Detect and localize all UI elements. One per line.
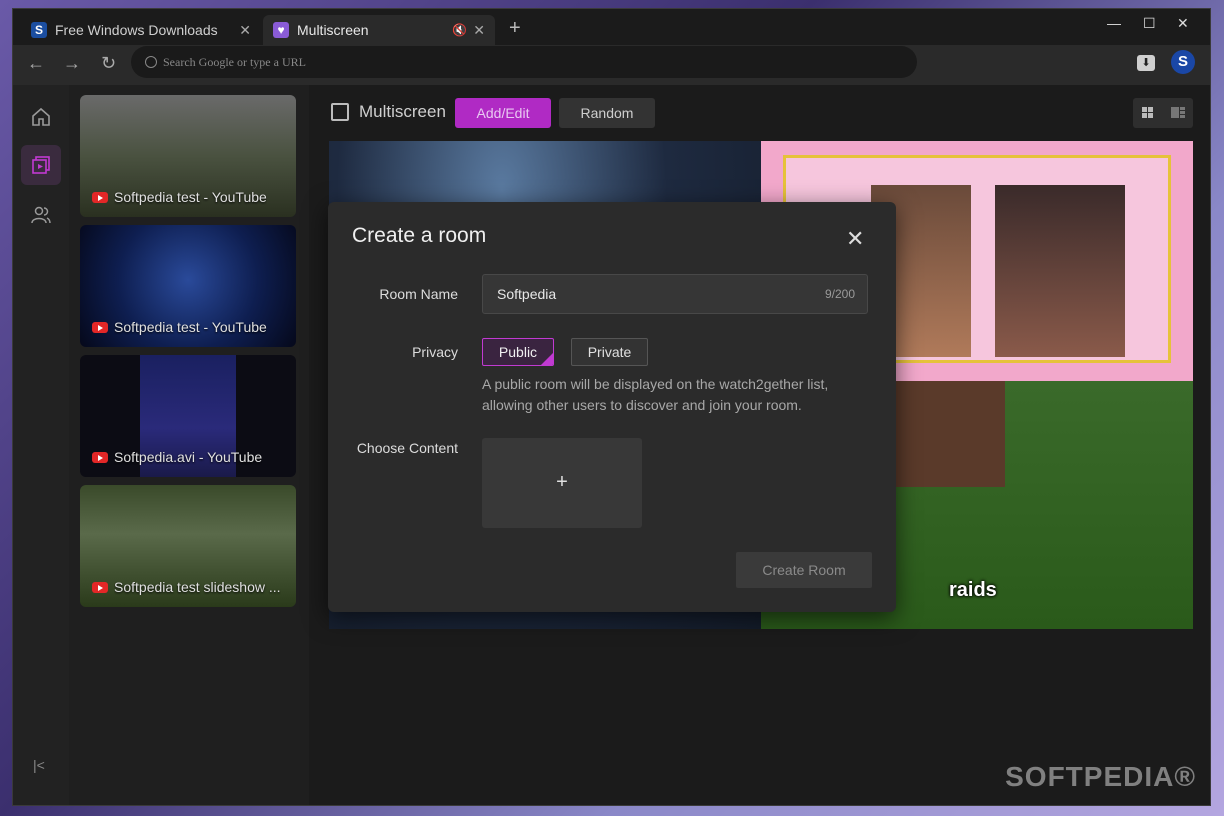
close-tab-icon[interactable]: ✕ <box>239 22 251 39</box>
address-placeholder: Search Google or type a URL <box>163 54 306 69</box>
close-tab-icon[interactable]: ✕ <box>473 22 485 39</box>
watermark: SOFTPEDIA® <box>1005 761 1196 792</box>
playlist-panel: Softpedia test - YouTube Softpedia test … <box>69 85 309 805</box>
youtube-icon <box>92 451 108 463</box>
room-name-label: Room Name <box>379 286 458 302</box>
random-button[interactable]: Random <box>559 98 655 128</box>
navigation-bar: ← → ↻ Search Google or type a URL ⬇ S <box>13 45 1210 85</box>
page-title: Multiscreen <box>359 102 446 121</box>
close-icon[interactable]: ✕ <box>846 226 864 252</box>
privacy-label: Privacy <box>412 344 458 360</box>
public-option-label: Public <box>498 344 538 360</box>
mute-icon[interactable]: 🔇 <box>452 23 467 37</box>
room-name-field[interactable]: Softpedia 9/200 <box>482 274 868 314</box>
tab-title: Multiscreen <box>297 22 369 38</box>
forward-icon[interactable]: → <box>63 53 81 74</box>
new-tab-icon[interactable]: + <box>509 17 521 40</box>
download-icon[interactable]: ⬇ <box>1137 55 1155 71</box>
search-icon <box>145 56 157 68</box>
create-room-dialog: Create a room ✕ Room Name Softpedia 9/20… <box>328 202 896 612</box>
multiscreen-nav-icon[interactable] <box>21 145 61 185</box>
playlist-item[interactable]: Softpedia test slideshow ... <box>80 485 296 607</box>
private-option-button[interactable]: Private <box>571 338 648 366</box>
tab-bar: S Free Windows Downloads ✕ ♥ Multiscreen… <box>13 9 1210 45</box>
users-icon[interactable] <box>21 195 61 235</box>
avatar[interactable]: S <box>1171 50 1195 74</box>
character-counter: 9/200 <box>824 287 855 301</box>
collapse-sidebar-icon[interactable]: |< <box>33 757 45 773</box>
minimize-icon[interactable]: — <box>1107 15 1121 31</box>
tab-free-windows-downloads[interactable]: S Free Windows Downloads ✕ <box>21 15 261 45</box>
playlist-item[interactable]: Softpedia test - YouTube <box>80 225 296 347</box>
playlist-item[interactable]: Softpedia.avi - YouTube <box>80 355 296 477</box>
choose-content-label: Choose Content <box>356 440 458 456</box>
grid-view-icon <box>1142 107 1153 118</box>
list-view-icon <box>1171 107 1185 118</box>
tab-title: Free Windows Downloads <box>55 22 218 38</box>
youtube-icon <box>92 581 108 593</box>
reload-icon[interactable]: ↻ <box>101 53 116 74</box>
back-icon[interactable]: ← <box>27 53 45 74</box>
youtube-icon <box>92 321 108 333</box>
selected-check-icon <box>541 353 553 365</box>
playlist-item-title: Softpedia test - YouTube <box>114 319 267 335</box>
create-room-button[interactable]: Create Room <box>736 552 872 588</box>
home-icon[interactable] <box>21 97 61 137</box>
multiscreen-favicon-icon: ♥ <box>273 22 289 38</box>
youtube-icon <box>92 191 108 203</box>
multiscreen-icon <box>331 103 349 121</box>
playlist-item[interactable]: Softpedia test - YouTube <box>80 95 296 217</box>
maximize-icon[interactable]: ☐ <box>1143 15 1156 32</box>
tab-multiscreen[interactable]: ♥ Multiscreen 🔇 ✕ <box>263 15 495 45</box>
dialog-title: Create a room <box>352 224 487 247</box>
room-name-value: Softpedia <box>497 286 557 302</box>
playlist-item-title: Softpedia test - YouTube <box>114 189 267 205</box>
video-caption: raids <box>949 579 997 601</box>
layout-toggle <box>1133 98 1193 128</box>
side-rail: |< <box>13 85 69 805</box>
address-bar[interactable]: Search Google or type a URL <box>131 46 917 78</box>
close-window-icon[interactable]: ✕ <box>1177 15 1189 32</box>
add-content-button[interactable]: + <box>482 438 642 528</box>
playlist-item-title: Softpedia.avi - YouTube <box>114 449 263 465</box>
add-edit-button[interactable]: Add/Edit <box>455 98 551 128</box>
privacy-description: A public room will be displayed on the w… <box>482 376 829 413</box>
playlist-item-title: Softpedia test slideshow ... <box>114 579 281 595</box>
public-option-button[interactable]: Public <box>482 338 554 366</box>
softpedia-favicon-icon: S <box>31 22 47 38</box>
